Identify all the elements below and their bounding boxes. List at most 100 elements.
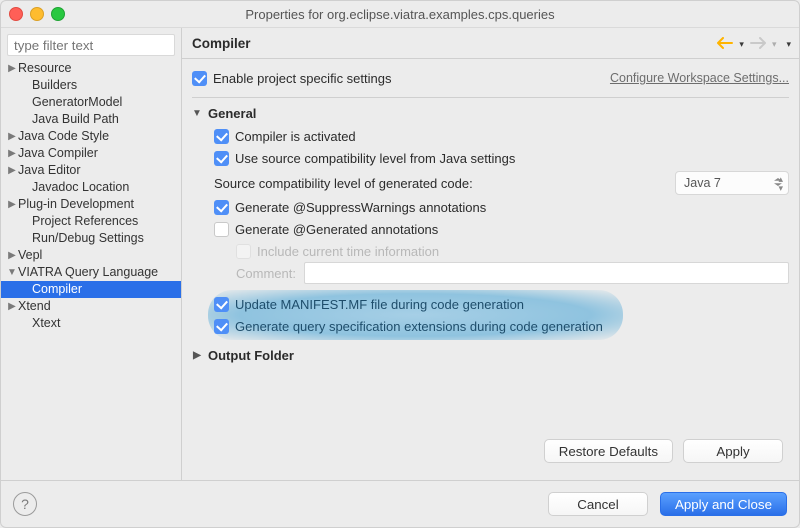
window-title: Properties for org.eclipse.viatra.exampl… (245, 7, 554, 22)
filter-container (7, 34, 175, 56)
tree-item-label: Compiler (31, 281, 82, 298)
compat-level-select[interactable]: Java 7 ▴▾ (675, 171, 789, 195)
highlighted-options: Update MANIFEST.MF file during code gene… (208, 290, 623, 340)
zoom-window-icon[interactable] (51, 7, 65, 21)
tree-item-label: Xtend (17, 298, 51, 315)
tree-item-label: GeneratorModel (31, 94, 122, 111)
tree-item[interactable]: ▶Vepl (1, 247, 181, 264)
suppresswarnings-label: Generate @SuppressWarnings annotations (235, 200, 486, 215)
compat-level-label: Source compatibility level of generated … (214, 176, 473, 191)
compiler-activated-checkbox[interactable] (214, 129, 229, 144)
gen-query-ext-row: Generate query specification extensions … (214, 316, 603, 336)
update-manifest-checkbox[interactable] (214, 297, 229, 312)
tree-item[interactable]: Project References (1, 213, 181, 230)
tree-item-label: Java Build Path (31, 111, 119, 128)
tree-item[interactable]: Run/Debug Settings (1, 230, 181, 247)
tree-item-label: Java Compiler (17, 145, 98, 162)
tree-item[interactable]: ▶Java Editor (1, 162, 181, 179)
nav-back-menu-icon[interactable]: ▾ (739, 39, 744, 50)
chevron-right-icon: ▶ (7, 128, 17, 145)
filter-input[interactable] (7, 34, 175, 56)
tree-item[interactable]: Java Build Path (1, 111, 181, 128)
panel-body: Enable project specific settings Configu… (182, 59, 799, 480)
enable-project-settings-row: Enable project specific settings Configu… (192, 67, 789, 98)
include-time-checkbox (236, 244, 251, 259)
tree-item[interactable]: ▶Java Compiler (1, 145, 181, 162)
source-compat-row: Use source compatibility level from Java… (214, 147, 789, 169)
chevron-down-icon: ▼ (7, 264, 17, 281)
panel-title: Compiler (192, 36, 251, 51)
panel-header: Compiler ▾ ▾ ▾ (182, 28, 799, 59)
restore-defaults-button[interactable]: Restore Defaults (544, 439, 673, 463)
compiler-activated-label: Compiler is activated (235, 129, 356, 144)
output-folder-section: ▶ Output Folder (192, 348, 789, 363)
chevron-right-icon: ▶ (7, 145, 17, 162)
chevron-right-icon: ▶ (7, 162, 17, 179)
compat-level-value: Java 7 (684, 176, 721, 190)
generated-row: Generate @Generated annotations (214, 218, 789, 240)
comment-input[interactable] (304, 262, 789, 284)
panel-toolbar: ▾ ▾ ▾ (717, 36, 791, 50)
compiler-activated-row: Compiler is activated (214, 125, 789, 147)
configure-workspace-link[interactable]: Configure Workspace Settings... (610, 71, 789, 85)
tree-item-label: Resource (17, 60, 72, 77)
include-time-row: Include current time information (214, 240, 789, 262)
gen-query-ext-checkbox[interactable] (214, 319, 229, 334)
titlebar[interactable]: Properties for org.eclipse.viatra.exampl… (1, 1, 799, 28)
chevron-right-icon: ▶ (7, 60, 17, 77)
compat-level-row: Source compatibility level of generated … (214, 169, 789, 196)
tree-item[interactable]: ▼VIATRA Query Language (1, 264, 181, 281)
enable-project-settings-label: Enable project specific settings (213, 71, 391, 86)
tree-item[interactable]: Compiler (1, 281, 181, 298)
output-folder-title: Output Folder (208, 348, 294, 363)
chevron-right-icon: ▶ (7, 298, 17, 315)
dialog-footer: ? Cancel Apply and Close (1, 480, 799, 527)
suppresswarnings-row: Generate @SuppressWarnings annotations (214, 196, 789, 218)
minimize-window-icon[interactable] (30, 7, 44, 21)
tree-item[interactable]: GeneratorModel (1, 94, 181, 111)
nav-forward-icon (750, 36, 766, 50)
include-time-label: Include current time information (257, 244, 439, 259)
general-section: ▼ General Compiler is activated Use sour… (192, 106, 789, 340)
help-icon[interactable]: ? (13, 492, 37, 516)
tree-item-label: VIATRA Query Language (17, 264, 158, 281)
tree-item-label: Vepl (17, 247, 42, 264)
apply-button[interactable]: Apply (683, 439, 783, 463)
tree-item-label: Java Code Style (17, 128, 109, 145)
tree-item[interactable]: Xtext (1, 315, 181, 332)
tree-item-label: Run/Debug Settings (31, 230, 144, 247)
tree-item-label: Builders (31, 77, 77, 94)
select-stepper-icon: ▴▾ (778, 175, 783, 192)
source-compat-checkbox[interactable] (214, 151, 229, 166)
general-section-header[interactable]: ▼ General (192, 106, 789, 121)
chevron-right-icon: ▶ (7, 247, 17, 264)
tree-item[interactable]: Builders (1, 77, 181, 94)
chevron-down-icon: ▼ (192, 108, 202, 119)
enable-project-settings-checkbox[interactable] (192, 71, 207, 86)
suppresswarnings-checkbox[interactable] (214, 200, 229, 215)
cancel-button[interactable]: Cancel (548, 492, 648, 516)
view-menu-icon[interactable]: ▾ (786, 39, 791, 50)
tree-item[interactable]: ▶Xtend (1, 298, 181, 315)
category-tree[interactable]: ▶ResourceBuildersGeneratorModelJava Buil… (1, 60, 181, 480)
gen-query-ext-label: Generate query specification extensions … (235, 319, 603, 334)
tree-item-label: Xtext (31, 315, 61, 332)
close-window-icon[interactable] (9, 7, 23, 21)
generated-checkbox[interactable] (214, 222, 229, 237)
update-manifest-row: Update MANIFEST.MF file during code gene… (214, 294, 603, 314)
tree-item[interactable]: Javadoc Location (1, 179, 181, 196)
tree-item[interactable]: ▶Plug-in Development (1, 196, 181, 213)
output-folder-header[interactable]: ▶ Output Folder (192, 348, 789, 363)
tree-item[interactable]: ▶Java Code Style (1, 128, 181, 145)
apply-and-close-button[interactable]: Apply and Close (660, 492, 787, 516)
nav-back-icon[interactable] (717, 36, 733, 50)
tree-item-label: Java Editor (17, 162, 81, 179)
source-compat-label: Use source compatibility level from Java… (235, 151, 515, 166)
inner-actions: Restore Defaults Apply (192, 433, 789, 471)
tree-item-label: Project References (31, 213, 138, 230)
generated-label: Generate @Generated annotations (235, 222, 438, 237)
content: ▶ResourceBuildersGeneratorModelJava Buil… (1, 28, 799, 480)
sidebar: ▶ResourceBuildersGeneratorModelJava Buil… (1, 28, 182, 480)
tree-item[interactable]: ▶Resource (1, 60, 181, 77)
window-controls (9, 7, 65, 21)
